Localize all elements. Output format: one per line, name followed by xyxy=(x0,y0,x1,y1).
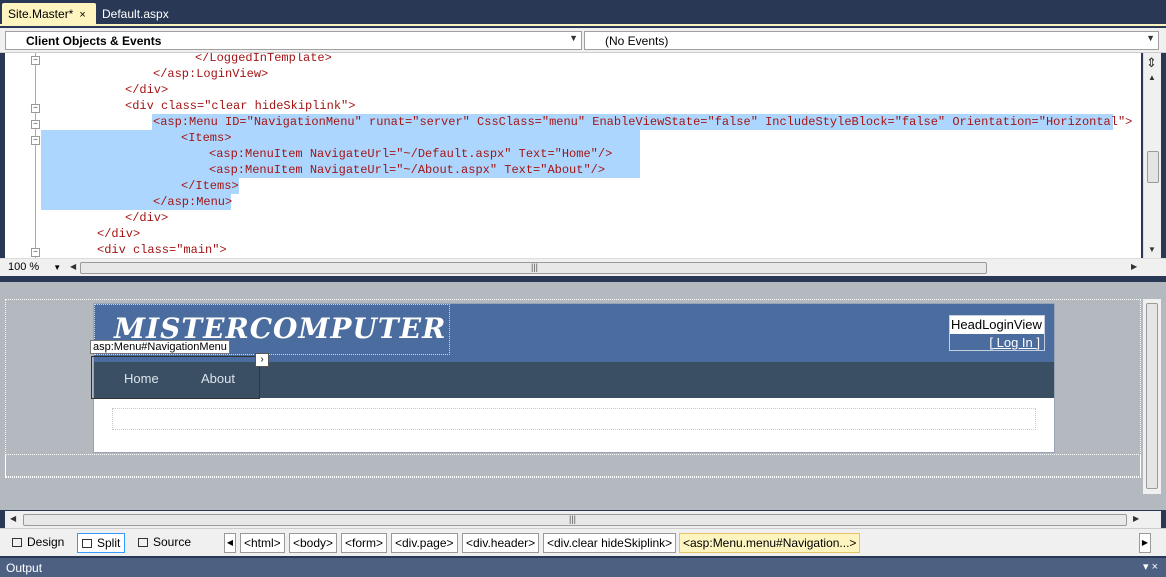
breadcrumb-back-icon[interactable]: ◀ xyxy=(224,533,236,553)
panel-buttons: ▾ × xyxy=(1143,560,1158,573)
code-line: </div> xyxy=(125,211,169,225)
chevron-down-icon: ▼ xyxy=(569,33,578,43)
tab-site-master[interactable]: Site.Master* × xyxy=(2,3,96,26)
menu-item-home[interactable]: Home xyxy=(124,371,159,386)
outline-gutter: − − − − − xyxy=(5,53,41,258)
code-vertical-scrollbar[interactable]: ⇕ ▲ ▼ xyxy=(1143,53,1161,258)
login-view-label: HeadLoginView xyxy=(950,316,1044,334)
zoom-bar: 100 % ▼ ◀ ||| ▶ xyxy=(0,258,1166,276)
button-label: Source xyxy=(153,535,192,549)
scroll-down-icon[interactable]: ▼ xyxy=(1148,245,1156,254)
code-line: <asp:MenuItem NavigateUrl="~/About.aspx"… xyxy=(209,163,606,177)
button-label: Design xyxy=(27,535,65,549)
splitter-icon[interactable]: ⇕ xyxy=(1146,55,1157,71)
breadcrumb-body[interactable]: <body> xyxy=(289,533,338,553)
scroll-up-icon[interactable]: ▲ xyxy=(1148,73,1156,82)
pin-icon[interactable]: ▾ xyxy=(1143,561,1149,573)
code-line: </asp:LoginView> xyxy=(153,67,269,81)
collapse-icon[interactable]: − xyxy=(31,136,40,145)
menu-item-about[interactable]: About xyxy=(201,371,235,386)
navigation-menu[interactable]: asp:Menu#NavigationMenu › Home About xyxy=(90,340,269,399)
source-view-button[interactable]: Source xyxy=(134,533,195,553)
scroll-thumb[interactable]: ||| xyxy=(23,514,1127,526)
breadcrumb-html[interactable]: <html> xyxy=(240,533,285,553)
design-icon xyxy=(12,538,22,547)
grip-icon: ||| xyxy=(569,514,577,524)
design-horizontal-scrollbar[interactable]: ◀ ||| ▶ xyxy=(5,511,1161,529)
breadcrumb-div-header[interactable]: <div.header> xyxy=(462,533,540,553)
breadcrumb-form[interactable]: <form> xyxy=(341,533,388,553)
collapse-icon[interactable]: − xyxy=(31,56,40,65)
tab-default-aspx[interactable]: Default.aspx xyxy=(96,3,175,26)
code-line: <div class="clear hideSkiplink"> xyxy=(125,99,356,113)
smart-tag-icon[interactable]: › xyxy=(255,353,269,367)
chevron-down-icon: ▼ xyxy=(53,263,62,272)
tab-label: Site.Master* xyxy=(8,7,74,21)
head-login-view[interactable]: HeadLoginView [ Log In ] xyxy=(949,315,1045,351)
button-label: Split xyxy=(97,536,121,550)
grip-icon: ||| xyxy=(531,262,539,272)
menu-control-tag: asp:Menu#NavigationMenu xyxy=(90,340,230,354)
selection-highlight xyxy=(41,130,640,146)
login-link[interactable]: [ Log In ] xyxy=(989,335,1040,350)
source-icon xyxy=(138,538,148,547)
scroll-right-icon[interactable]: ▶ xyxy=(1133,514,1139,523)
visual-studio-window: Site.Master* × Default.aspx Client Object… xyxy=(0,0,1166,577)
split-view-button[interactable]: Split xyxy=(77,533,126,553)
scroll-left-icon[interactable]: ◀ xyxy=(70,262,76,271)
close-icon[interactable]: × xyxy=(79,9,85,21)
collapse-icon[interactable]: − xyxy=(31,104,40,113)
breadcrumb-forward-icon[interactable]: ▶ xyxy=(1139,533,1151,553)
breadcrumb-asp-menu[interactable]: <asp:Menu.menu#Navigation...> xyxy=(679,533,861,553)
split-icon xyxy=(82,539,92,548)
breadcrumb-div-page[interactable]: <div.page> xyxy=(391,533,458,553)
breadcrumb-div-clear[interactable]: <div.clear hideSkiplink> xyxy=(543,533,677,553)
page-container[interactable]: MISTERCOMPUTER HeadLoginView [ Log In ] … xyxy=(90,303,1055,453)
collapse-icon[interactable]: − xyxy=(31,120,40,129)
chevron-down-icon: ▼ xyxy=(1146,33,1155,43)
scroll-thumb[interactable] xyxy=(1147,151,1159,183)
code-line: <asp:Menu ID="NavigationMenu" runat="ser… xyxy=(153,115,1133,129)
code-line: <div class="main"> xyxy=(97,243,227,257)
code-line: </asp:Menu> xyxy=(153,195,233,209)
output-panel-header[interactable]: Output ▾ × xyxy=(0,558,1166,577)
document-tab-strip: Site.Master* × Default.aspx xyxy=(0,0,1166,26)
navigation-menu-bar: asp:Menu#NavigationMenu › Home About xyxy=(90,340,1054,399)
code-line: </Items> xyxy=(181,179,239,193)
events-dropdown[interactable]: (No Events) ▼ xyxy=(584,31,1159,50)
design-view-button[interactable]: Design xyxy=(8,533,68,553)
code-line: <asp:MenuItem NavigateUrl="~/Default.asp… xyxy=(209,147,613,161)
collapse-icon[interactable]: − xyxy=(31,248,40,257)
code-horizontal-scrollbar[interactable]: ||| xyxy=(80,262,987,274)
design-surface[interactable]: MISTERCOMPUTER HeadLoginView [ Log In ] … xyxy=(0,282,1166,529)
dropdown-value: (No Events) xyxy=(605,34,669,48)
scroll-thumb[interactable] xyxy=(1146,303,1158,489)
dropdown-value: Client Objects & Events xyxy=(26,34,162,48)
close-icon[interactable]: × xyxy=(1152,561,1158,573)
view-toolbar: Design Split Source ◀ <html> <body> <for… xyxy=(0,528,1166,556)
site-header[interactable]: MISTERCOMPUTER HeadLoginView [ Log In ] xyxy=(94,304,1054,362)
footer-outline xyxy=(5,454,1141,478)
source-code-editor[interactable]: − − − − − </LoggedInTemplate> </asp:Logi… xyxy=(5,53,1141,258)
code-line: <Items> xyxy=(181,131,232,145)
zoom-value: 100 % xyxy=(8,261,40,273)
tab-label: Default.aspx xyxy=(102,7,169,21)
code-line: </LoggedInTemplate> xyxy=(195,53,332,65)
code-line: </div> xyxy=(125,83,169,97)
navigation-bar: Client Objects & Events ▼ (No Events) ▼ xyxy=(0,28,1166,53)
code-line: </div> xyxy=(97,227,141,241)
panel-title: Output xyxy=(6,561,43,575)
client-objects-dropdown[interactable]: Client Objects & Events ▼ xyxy=(5,31,582,50)
scroll-right-icon[interactable]: ▶ xyxy=(1131,262,1137,271)
main-content-area[interactable] xyxy=(112,408,1036,430)
design-vertical-scrollbar[interactable] xyxy=(1143,299,1161,494)
scroll-left-icon[interactable]: ◀ xyxy=(10,514,16,523)
zoom-dropdown[interactable]: 100 % ▼ xyxy=(8,261,61,273)
